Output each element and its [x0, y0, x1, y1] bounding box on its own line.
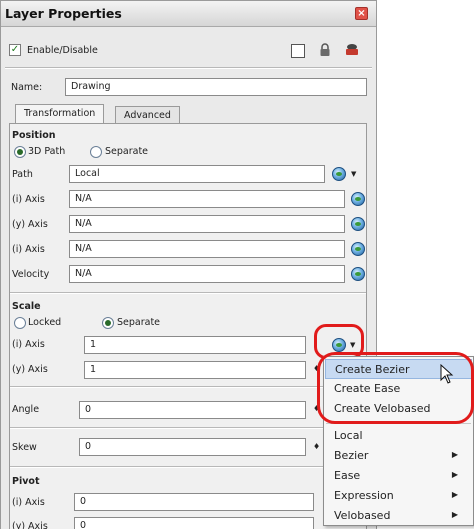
submenu-arrow-icon: ▶: [451, 510, 458, 519]
scale-heading: Scale: [12, 301, 41, 312]
square-icon[interactable]: [291, 44, 305, 58]
radio-scale-separate-label: Separate: [117, 317, 161, 328]
pivot-x-label: (i) Axis: [12, 497, 45, 508]
window-title: Layer Properties: [5, 6, 122, 21]
chevron-down-icon[interactable]: ▼: [351, 170, 356, 178]
position-y-field[interactable]: N/A: [69, 215, 345, 233]
menu-item-label: Ease: [334, 469, 361, 482]
path-label: Path: [12, 169, 33, 180]
menu-item-label: Velobased: [334, 509, 391, 522]
menu-item-label: Bezier: [334, 449, 369, 462]
pivot-y-field[interactable]: 0: [74, 517, 314, 529]
angle-field[interactable]: 0: [79, 401, 306, 419]
function-globe-icon[interactable]: [351, 267, 365, 281]
transformation-tab-panel: Position 3D Path Separate Path Local ▼ (…: [9, 123, 367, 529]
scale-y-field[interactable]: 1: [84, 361, 306, 379]
enable-checkbox[interactable]: ✓: [9, 44, 21, 56]
pivot-y-label: (y) Axis: [12, 521, 48, 529]
enable-label: Enable/Disable: [27, 45, 98, 56]
radio-3d-path-label: 3D Path: [28, 146, 66, 157]
skew-field[interactable]: 0: [79, 438, 306, 456]
path-field[interactable]: Local: [69, 165, 325, 183]
lock-icon[interactable]: [318, 43, 332, 57]
layer-properties-panel: Layer Properties × ✓ Enable/Disable Name…: [0, 0, 377, 529]
velocity-label: Velocity: [12, 269, 50, 280]
pivot-x-field[interactable]: 0: [74, 493, 314, 511]
divider: [5, 67, 372, 69]
radio-scale-locked[interactable]: [14, 317, 26, 329]
radio-position-separate[interactable]: [90, 146, 102, 158]
menu-item-expression[interactable]: Expression ▶: [325, 486, 472, 506]
menu-item-label: Expression: [334, 489, 394, 502]
menu-item-bezier[interactable]: Bezier ▶: [325, 446, 472, 466]
radio-scale-locked-label: Locked: [28, 317, 62, 328]
function-globe-icon[interactable]: [351, 217, 365, 231]
skew-label: Skew: [12, 442, 37, 453]
angle-label: Angle: [12, 404, 40, 415]
menu-item-velobased[interactable]: Velobased ▶: [325, 506, 472, 526]
divider: [10, 292, 366, 294]
function-globe-icon[interactable]: [351, 192, 365, 206]
position-heading: Position: [12, 130, 56, 141]
menu-item-local[interactable]: Local: [325, 426, 472, 446]
name-input[interactable]: Drawing: [65, 78, 367, 96]
mouse-cursor-icon: [440, 364, 454, 384]
radio-scale-separate[interactable]: [102, 317, 114, 329]
scale-y-label: (y) Axis: [12, 364, 48, 375]
divider: [10, 386, 366, 388]
function-globe-icon[interactable]: [351, 242, 365, 256]
menu-item-ease[interactable]: Ease ▶: [325, 466, 472, 486]
position-y-label: (y) Axis: [12, 219, 48, 230]
divider: [10, 466, 366, 468]
camera-icon[interactable]: [344, 43, 360, 57]
stepper-icon[interactable]: ♦: [313, 442, 320, 451]
velocity-field[interactable]: N/A: [69, 265, 345, 283]
scale-x-field[interactable]: 1: [84, 336, 306, 354]
highlight-ring: [317, 352, 474, 424]
submenu-arrow-icon: ▶: [451, 450, 458, 459]
divider: [10, 427, 366, 429]
position-z-label: (i) Axis: [12, 244, 45, 255]
function-globe-icon[interactable]: [332, 167, 346, 181]
title-bar[interactable]: Layer Properties ×: [1, 1, 376, 27]
submenu-arrow-icon: ▶: [451, 490, 458, 499]
close-button[interactable]: ×: [355, 7, 368, 20]
tab-advanced[interactable]: Advanced: [115, 106, 180, 124]
pivot-heading: Pivot: [12, 476, 40, 487]
position-x-field[interactable]: N/A: [69, 190, 345, 208]
position-x-label: (i) Axis: [12, 194, 45, 205]
position-z-field[interactable]: N/A: [69, 240, 345, 258]
radio-position-separate-label: Separate: [105, 146, 149, 157]
name-label: Name:: [11, 82, 43, 93]
scale-x-label: (i) Axis: [12, 339, 45, 350]
radio-3d-path[interactable]: [14, 146, 26, 158]
tab-transformation[interactable]: Transformation: [15, 104, 105, 124]
submenu-arrow-icon: ▶: [451, 470, 458, 479]
